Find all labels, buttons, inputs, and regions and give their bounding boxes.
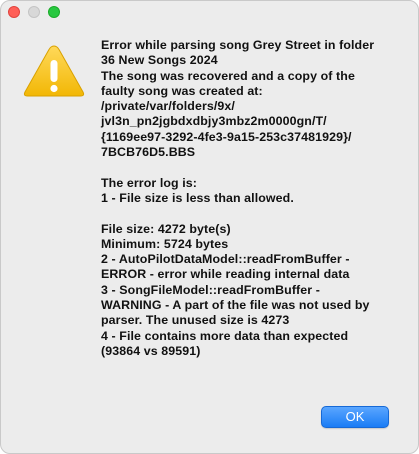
message-line: (93864 vs 89591) <box>101 343 201 358</box>
message-line: {1169ee97-3292-4fe3-9a15-253c37481929}/ <box>101 129 352 144</box>
message-line: ERROR - error while reading internal dat… <box>101 267 350 282</box>
message-line: faulty song was created at: <box>101 83 263 98</box>
title-bar <box>1 1 418 25</box>
message-line: The error log is: <box>101 175 198 190</box>
message-line: File size: 4272 byte(s) <box>101 221 231 236</box>
close-window-button[interactable] <box>8 6 20 18</box>
message-line: 7BCB76D5.BBS <box>101 145 196 160</box>
message-line: 1 - File size is less than allowed. <box>101 190 294 205</box>
message-line: 4 - File contains more data than expecte… <box>101 328 349 343</box>
message-line: 3 - SongFileModel::readFromBuffer - <box>101 282 320 297</box>
minimize-window-button[interactable] <box>28 6 40 18</box>
error-message: Error while parsing song Grey Street in … <box>101 38 401 359</box>
message-line: WARNING - A part of the file was not use… <box>101 298 370 313</box>
message-line: 36 New Songs 2024 <box>101 53 218 68</box>
warning-icon <box>23 45 85 97</box>
message-line: The song was recovered and a copy of the <box>101 68 355 83</box>
message-line: /private/var/folders/9x/ <box>101 99 235 114</box>
alert-dialog: Error while parsing song Grey Street in … <box>0 0 419 454</box>
message-line: parser. The unused size is 4273 <box>101 313 290 328</box>
message-line <box>101 160 401 175</box>
message-line: 2 - AutoPilotDataModel::readFromBuffer - <box>101 252 350 267</box>
message-line <box>101 206 401 221</box>
ok-button[interactable]: OK <box>321 406 389 428</box>
message-line: jvl3n_pn2jgbdxdbjy3mbz2m0000gn/T/ <box>101 114 327 129</box>
zoom-window-button[interactable] <box>48 6 60 18</box>
message-line: Minimum: 5724 bytes <box>101 236 229 251</box>
message-line: Error while parsing song Grey Street in … <box>101 38 375 52</box>
